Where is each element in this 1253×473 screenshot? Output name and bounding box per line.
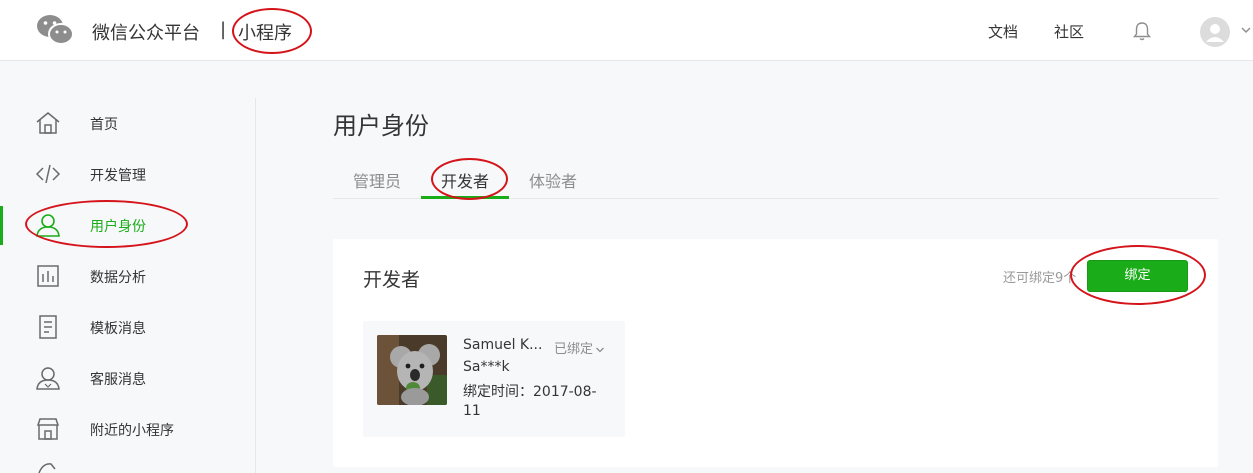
brand-separator: | [220,19,227,40]
member-avatar [377,335,447,405]
active-tab-indicator [421,196,509,199]
role-tabs: 管理员 开发者 体验者 [333,158,1218,199]
sidebar-item-template-messages[interactable]: 模板消息 [0,302,255,353]
tab-admins[interactable]: 管理员 [353,168,401,192]
tab-developers[interactable]: 开发者 [441,168,489,192]
member-status-dropdown[interactable]: 已绑定 [554,338,605,357]
home-icon [36,112,60,134]
tab-testers[interactable]: 体验者 [529,168,577,192]
sidebar-item-nearby[interactable]: 附近的小程序 [0,404,255,455]
remaining-slots-text: 还可绑定9个 [1003,271,1077,286]
sidebar-item-home[interactable]: 首页 [0,98,255,149]
member-bind-time-continued: 11 [463,403,481,419]
developers-panel: 开发者 还可绑定9个 绑定 Samuel K... 已绑定 Sa***k 绑定时… [333,239,1218,467]
community-link[interactable]: 社区 [1054,21,1084,42]
product-title: 小程序 [238,23,292,44]
chevron-down-icon[interactable] [1240,24,1252,36]
member-account: Sa***k [463,359,510,375]
sidebar: 首页 开发管理 用户身份 数据分析 模板消息 客服消息 附近的小程序 [0,98,256,473]
wechat-logo-icon[interactable] [36,14,74,46]
brand-title[interactable]: 微信公众平台 [92,19,200,45]
sidebar-item-user-identity[interactable]: 用户身份 [0,200,255,251]
document-icon [39,315,57,339]
user-icon [36,214,60,237]
sidebar-item-label: 附近的小程序 [90,423,174,439]
sidebar-item-label: 客服消息 [90,372,146,388]
sidebar-item-dev-management[interactable]: 开发管理 [0,149,255,200]
member-status-label: 已绑定 [554,342,594,357]
partial-menu-icon [38,463,56,473]
sidebar-item-label: 开发管理 [90,168,146,184]
koala-photo-icon [377,335,447,405]
page-title: 用户身份 [333,112,429,140]
member-name: Samuel K... [463,337,543,353]
sidebar-item-label: 模板消息 [90,321,146,337]
chevron-down-icon [596,347,604,352]
panel-title: 开发者 [363,269,421,291]
code-icon [35,164,61,184]
bind-button[interactable]: 绑定 [1087,260,1188,292]
sidebar-item-label: 用户身份 [90,219,146,235]
member-bind-time: 绑定时间：2017-08- [463,384,597,400]
member-card: Samuel K... 已绑定 Sa***k 绑定时间：2017-08- 11 [363,321,625,437]
user-avatar[interactable] [1200,17,1230,47]
shop-icon [36,418,60,440]
sidebar-item-label: 首页 [90,117,118,133]
sidebar-item-customer-service[interactable]: 客服消息 [0,353,255,404]
support-user-icon [36,367,60,390]
top-bar: 微信公众平台 | 小程序 文档 社区 [0,0,1253,61]
sidebar-item-label: 数据分析 [90,270,146,286]
bell-icon[interactable] [1133,21,1151,41]
docs-link[interactable]: 文档 [988,21,1018,42]
user-silhouette-icon [1206,24,1224,42]
bar-chart-icon [37,265,59,287]
sidebar-item-analytics[interactable]: 数据分析 [0,251,255,302]
